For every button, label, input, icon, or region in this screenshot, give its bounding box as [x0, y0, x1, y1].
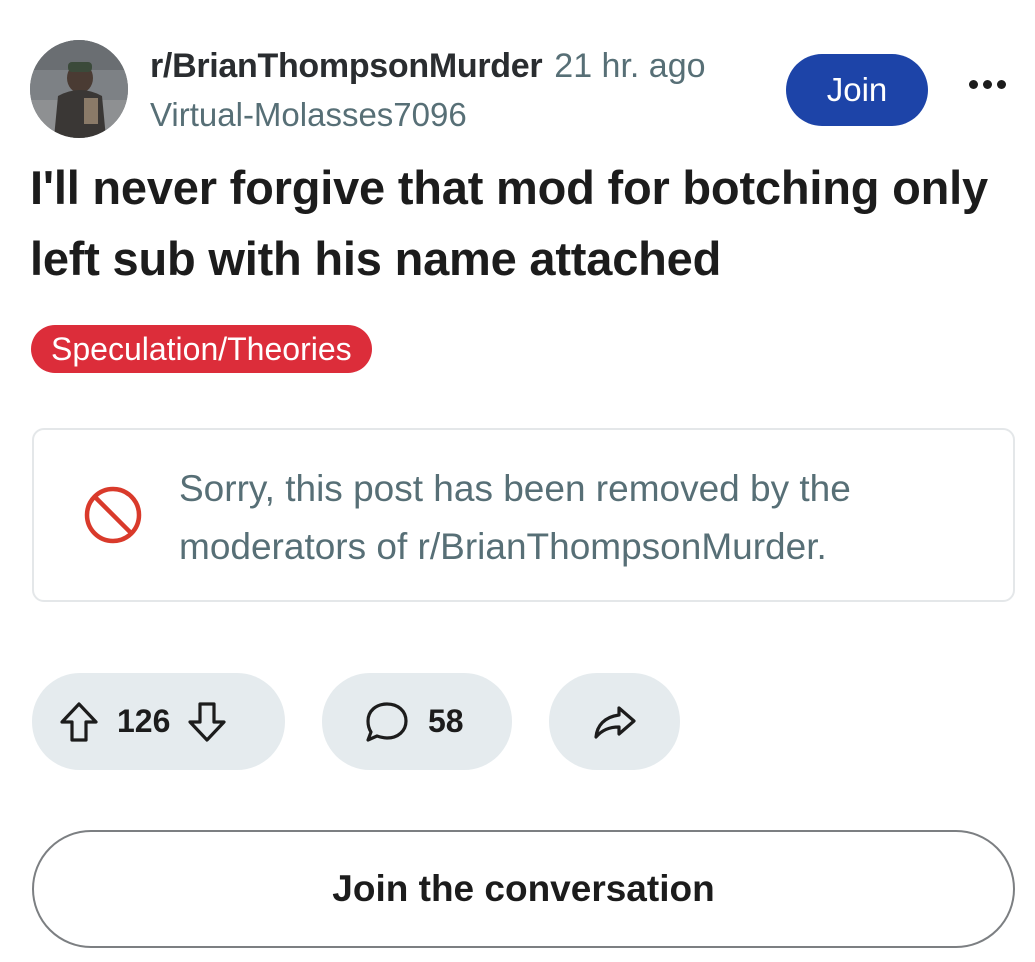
share-button[interactable] [549, 673, 680, 770]
post-meta: r/BrianThompsonMurder 21 hr. ago Virtual-… [150, 46, 730, 134]
post-time: 21 hr. ago [554, 47, 706, 85]
removed-message: Sorry, this post has been removed by the… [179, 468, 851, 567]
post-header: r/BrianThompsonMurder 21 hr. ago Virtual-… [30, 40, 1010, 140]
post-title[interactable]: I'll never forgive that mod for botching… [30, 152, 990, 294]
share-icon [593, 705, 636, 739]
more-options-icon[interactable] [965, 62, 1010, 107]
downvote-icon[interactable] [186, 700, 228, 744]
join-conversation-button[interactable]: Join the conversation [32, 830, 1015, 948]
join-button[interactable]: Join [786, 54, 928, 126]
post-author[interactable]: Virtual-Molasses7096 [150, 96, 730, 134]
vote-bar: 126 [32, 673, 285, 770]
comments-button[interactable]: 58 [322, 673, 512, 770]
ban-icon [84, 486, 142, 544]
removed-notice: Sorry, this post has been removed by the… [32, 428, 1015, 602]
comment-count: 58 [428, 703, 464, 739]
post-flair[interactable]: Speculation/Theories [31, 325, 372, 373]
subreddit-line: r/BrianThompsonMurder 21 hr. ago [150, 46, 730, 86]
comment-icon [366, 701, 408, 742]
upvote-count: 126 [117, 703, 171, 739]
subreddit-avatar[interactable] [30, 40, 128, 138]
subreddit-name[interactable]: r/BrianThompsonMurder [150, 47, 543, 85]
upvote-icon[interactable] [58, 700, 100, 744]
